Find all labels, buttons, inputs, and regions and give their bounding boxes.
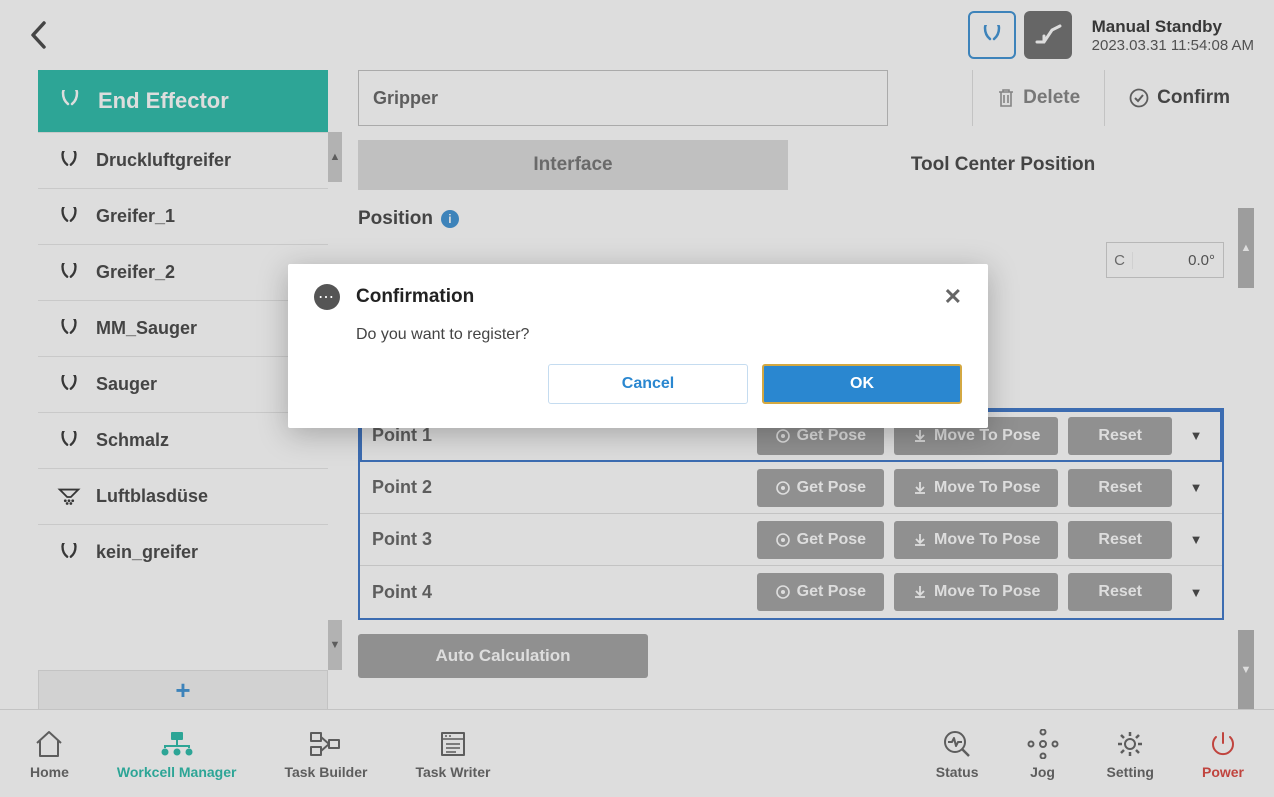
confirmation-dialog: ⋯ Confirmation ✕ Do you want to register…	[288, 264, 988, 428]
ok-button[interactable]: OK	[762, 364, 962, 404]
cancel-button[interactable]: Cancel	[548, 364, 748, 404]
dialog-title: Confirmation	[356, 286, 928, 308]
dialog-icon: ⋯	[314, 284, 340, 310]
dialog-message: Do you want to register?	[314, 310, 962, 364]
close-icon[interactable]: ✕	[944, 284, 962, 310]
